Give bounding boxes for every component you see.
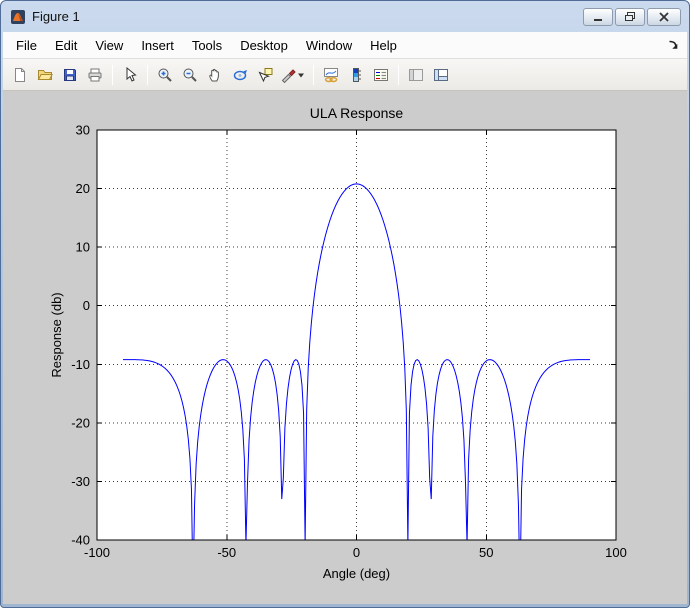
- data-cursor-icon: [258, 67, 273, 82]
- figure-canvas: -100 -50 0 50 100 -40 -30 -20 -10 0 10 20 30 ULA Resp…: [3, 91, 687, 604]
- insert-colorbar-button[interactable]: [344, 63, 368, 87]
- brush-icon: [281, 68, 304, 83]
- y-tick-label: -30: [71, 474, 90, 489]
- data-cursor-button[interactable]: [253, 63, 277, 87]
- hide-plot-tools-icon: [409, 68, 423, 81]
- minimize-icon: [594, 18, 602, 21]
- x-tick-label: -50: [217, 545, 236, 560]
- titlebar[interactable]: Figure 1: [3, 1, 687, 32]
- y-tick-label: -20: [71, 415, 90, 430]
- restore-button[interactable]: [615, 7, 645, 26]
- new-figure-button[interactable]: [8, 63, 32, 87]
- new-figure-icon: [15, 67, 25, 82]
- zoom-in-button[interactable]: [153, 63, 177, 87]
- close-button[interactable]: [647, 7, 681, 26]
- y-axis-label: Response (db): [49, 292, 64, 377]
- link-plot-button[interactable]: [319, 63, 343, 87]
- toolbar-separator: [112, 64, 113, 85]
- x-tick-label: 0: [353, 545, 360, 560]
- menu-window[interactable]: Window: [297, 33, 361, 58]
- figure-window: Figure 1 File Edit View Insert Tools Des…: [0, 0, 690, 608]
- menubar: File Edit View Insert Tools Desktop Wind…: [3, 32, 687, 59]
- print-figure-button[interactable]: [83, 63, 107, 87]
- link-plot-icon: [324, 67, 338, 82]
- figure-toolbar: [3, 59, 687, 91]
- y-tick-label: -10: [71, 357, 90, 372]
- x-tick-label: 50: [479, 545, 493, 560]
- menu-file[interactable]: File: [7, 33, 46, 58]
- open-file-icon: [37, 69, 53, 80]
- toolbar-separator: [313, 64, 314, 85]
- menu-insert[interactable]: Insert: [132, 33, 183, 58]
- y-tick-label: -40: [71, 533, 90, 548]
- close-icon: [659, 11, 669, 22]
- window-controls: [583, 7, 681, 26]
- x-axis-label: Angle (deg): [323, 566, 390, 581]
- save-figure-icon: [64, 68, 76, 81]
- save-figure-button[interactable]: [58, 63, 82, 87]
- open-file-button[interactable]: [33, 63, 57, 87]
- rotate-3d-icon: [233, 69, 247, 80]
- y-tick-label: 0: [83, 298, 90, 313]
- menu-edit[interactable]: Edit: [46, 33, 86, 58]
- y-tick-label: 10: [76, 240, 90, 255]
- show-plot-tools-button[interactable]: [429, 63, 453, 87]
- menu-view[interactable]: View: [86, 33, 132, 58]
- print-figure-icon: [88, 68, 102, 81]
- zoom-out-button[interactable]: [178, 63, 202, 87]
- y-tick-label: 20: [76, 181, 90, 196]
- edit-plot-icon: [126, 66, 137, 82]
- insert-legend-icon: [374, 68, 388, 81]
- zoom-out-icon: [183, 68, 197, 82]
- brush-data-button[interactable]: [278, 63, 308, 87]
- plot-title: ULA Response: [310, 105, 404, 121]
- y-tick-label: 30: [76, 123, 90, 138]
- x-tick-label: 100: [605, 545, 627, 560]
- rotate-3d-button[interactable]: [228, 63, 252, 87]
- matlab-figure-icon: [10, 9, 26, 25]
- pan-icon: [209, 68, 219, 81]
- dock-figure-icon[interactable]: [667, 39, 680, 52]
- plot-axes[interactable]: -100 -50 0 50 100-40-30-20-100102030ULA Resp…: [3, 91, 687, 604]
- insert-legend-button[interactable]: [369, 63, 393, 87]
- menu-tools[interactable]: Tools: [183, 33, 231, 58]
- menu-help[interactable]: Help: [361, 33, 406, 58]
- hide-plot-tools-button[interactable]: [404, 63, 428, 87]
- toolbar-separator: [398, 64, 399, 85]
- pan-button[interactable]: [203, 63, 227, 87]
- toolbar-separator: [147, 64, 148, 85]
- window-title: Figure 1: [32, 9, 80, 24]
- edit-plot-button[interactable]: [118, 63, 142, 87]
- minimize-button[interactable]: [583, 7, 613, 26]
- zoom-in-icon: [158, 68, 172, 82]
- insert-colorbar-icon: [353, 67, 361, 82]
- menu-desktop[interactable]: Desktop: [231, 33, 297, 58]
- show-plot-tools-icon: [434, 68, 448, 81]
- restore-icon: [625, 12, 635, 21]
